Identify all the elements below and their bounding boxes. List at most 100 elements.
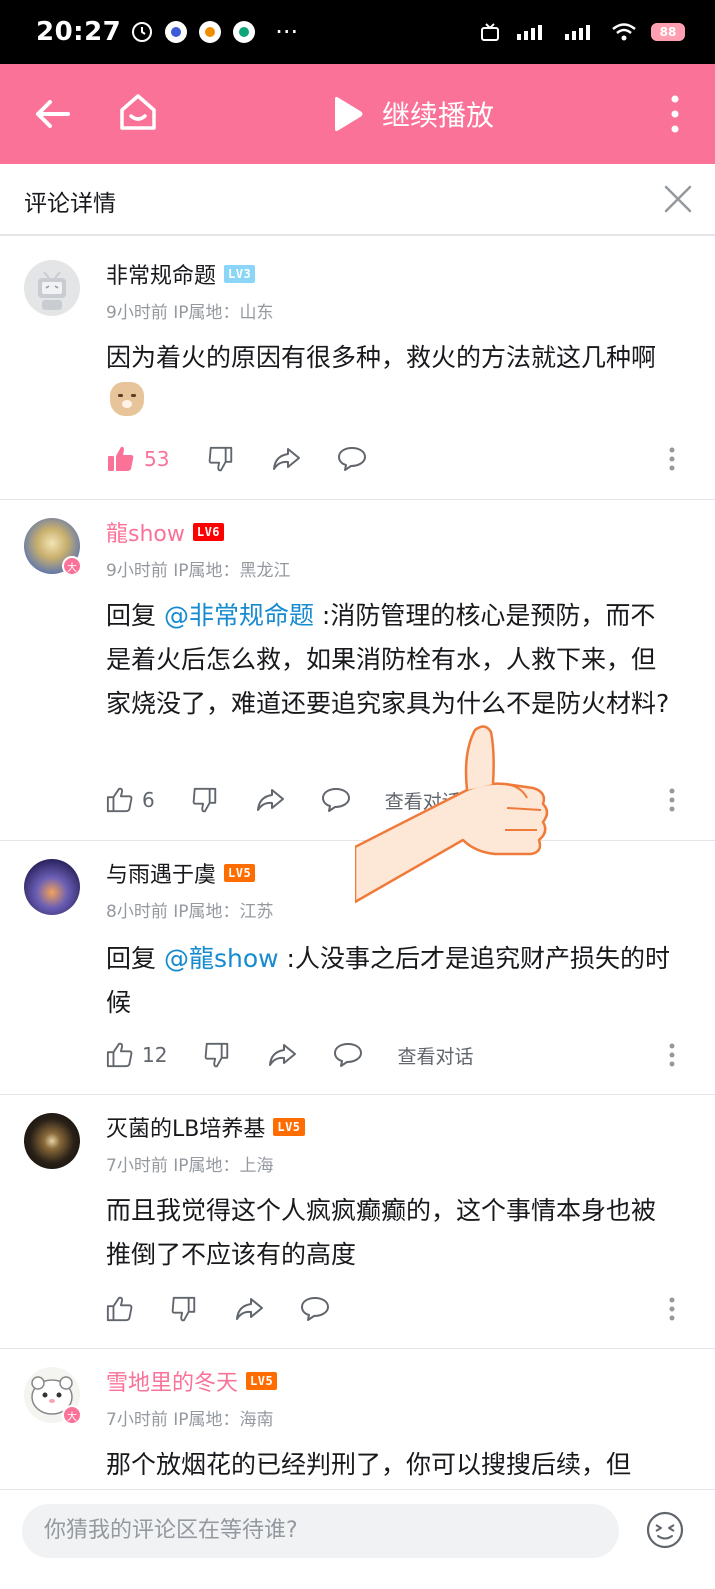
app-notification-icon bbox=[165, 21, 188, 43]
comment-item: 大 龍show LV6 9小时前 IP属地：黑龙江 回复 @非常规命题 :消防管… bbox=[0, 500, 715, 841]
verified-badge-icon: 大 bbox=[62, 556, 82, 576]
comment-more-icon[interactable] bbox=[669, 788, 675, 812]
username[interactable]: 灭菌的LB培养基 bbox=[106, 1111, 265, 1143]
comment-meta: 8小时前 IP属地：江苏 bbox=[106, 902, 274, 922]
comment-item: 非常规命题 LV3 9小时前 IP属地：山东 因为着火的原因有很多种，救火的方法… bbox=[0, 236, 715, 500]
emoji-icon[interactable] bbox=[645, 1510, 685, 1550]
signal-icon bbox=[565, 25, 590, 40]
more-options-icon[interactable] bbox=[669, 94, 681, 134]
thumbs-up-icon[interactable] bbox=[106, 1295, 134, 1323]
comment-text: 回复 @非常规命题 :消防管理的核心是预防，而不是着火后怎么救，如果消防栓有水，… bbox=[106, 594, 675, 726]
comment-actions: 53 bbox=[106, 441, 685, 477]
comment-text: 回复 @龍show :人没事之后才是追究财产损失的时候 bbox=[106, 937, 675, 1025]
username[interactable]: 雪地里的冬天 bbox=[106, 1365, 238, 1397]
comment-meta: 9小时前 IP属地：黑龙江 bbox=[106, 561, 291, 581]
level-badge: LV5 bbox=[246, 1372, 278, 1390]
comment-input-bar: 你猜我的评论区在等待谁? bbox=[0, 1489, 715, 1589]
avatar[interactable] bbox=[24, 859, 80, 915]
page-title: 评论详情 bbox=[24, 191, 116, 217]
avatar[interactable]: 大 bbox=[24, 518, 82, 576]
comment-meta: 7小时前 IP属地：上海 bbox=[106, 1156, 274, 1176]
doge-emoji-icon bbox=[110, 382, 144, 416]
comment-more-icon[interactable] bbox=[669, 1043, 675, 1067]
thumbs-up-filled-icon bbox=[108, 446, 134, 471]
username[interactable]: 非常规命题 bbox=[106, 258, 216, 290]
thumbs-down-icon[interactable] bbox=[207, 445, 235, 473]
mention-link[interactable]: @龍show bbox=[164, 944, 279, 973]
level-badge: LV3 bbox=[224, 265, 256, 283]
thumbs-up-icon bbox=[106, 787, 133, 813]
level-badge: LV5 bbox=[224, 864, 256, 882]
avatar[interactable] bbox=[24, 1113, 80, 1169]
battery-icon: 88 bbox=[651, 23, 685, 41]
comment-more-icon[interactable] bbox=[669, 447, 675, 471]
username[interactable]: 与雨遇于虞 bbox=[106, 857, 216, 889]
username-row: 雪地里的冬天 LV5 bbox=[106, 1365, 278, 1397]
status-time: 20:27 bbox=[36, 17, 122, 47]
reply-icon[interactable] bbox=[321, 786, 351, 814]
like-button[interactable]: 6 bbox=[106, 786, 155, 814]
avatar[interactable]: 大 bbox=[24, 1367, 82, 1425]
reply-icon[interactable] bbox=[300, 1295, 330, 1323]
username-row: 龍show LV6 bbox=[106, 516, 225, 548]
comment-meta: 7小时前 IP属地：海南 bbox=[106, 1410, 274, 1430]
back-arrow-icon[interactable] bbox=[30, 92, 74, 136]
comment-detail-header: 评论详情 bbox=[0, 164, 715, 236]
share-icon[interactable] bbox=[271, 445, 301, 473]
thumbs-up-icon bbox=[106, 1042, 133, 1068]
comment-item: 灭菌的LB培养基 LV5 7小时前 IP属地：上海 而且我觉得这个人疯疯癫癫的，… bbox=[0, 1095, 715, 1349]
username-row: 灭菌的LB培养基 LV5 bbox=[106, 1111, 305, 1143]
like-count: 12 bbox=[142, 1043, 168, 1067]
comment-list: 非常规命题 LV3 9小时前 IP属地：山东 因为着火的原因有很多种，救火的方法… bbox=[0, 236, 715, 1509]
like-button[interactable]: 12 bbox=[106, 1041, 167, 1069]
comment-actions: 6 查看对话 bbox=[106, 782, 685, 818]
clock-icon bbox=[132, 22, 153, 42]
app-notification-icon bbox=[233, 21, 256, 43]
thumbs-down-icon[interactable] bbox=[191, 786, 219, 814]
share-icon[interactable] bbox=[255, 786, 285, 814]
continue-play-label: 继续播放 bbox=[382, 99, 495, 132]
alarm-icon bbox=[481, 23, 499, 41]
comment-actions: 12 查看对话 bbox=[106, 1037, 685, 1073]
reply-icon[interactable] bbox=[337, 445, 367, 473]
comment-input[interactable]: 你猜我的评论区在等待谁? bbox=[22, 1504, 619, 1558]
comment-item: 大 雪地里的冬天 LV5 7小时前 IP属地：海南 那个放烟花的已经判刑了，你可… bbox=[0, 1349, 715, 1509]
notification-icons: ··· bbox=[131, 18, 298, 46]
like-button[interactable]: 53 bbox=[106, 444, 169, 474]
close-icon[interactable] bbox=[663, 184, 693, 214]
level-badge: LV5 bbox=[273, 1118, 305, 1136]
like-count: 6 bbox=[142, 788, 155, 812]
more-notifications-icon: ··· bbox=[275, 18, 299, 46]
comment-text: 那个放烟花的已经判刑了，你可以搜搜后续，但 bbox=[106, 1450, 632, 1479]
reply-prefix: 回复 bbox=[106, 601, 164, 630]
reply-icon[interactable] bbox=[333, 1041, 363, 1069]
comment-meta: 9小时前 IP属地：山东 bbox=[106, 303, 274, 323]
like-count: 53 bbox=[144, 447, 170, 471]
comment-actions bbox=[106, 1291, 685, 1327]
username[interactable]: 龍show bbox=[106, 516, 185, 548]
continue-play-button[interactable]: 继续播放 bbox=[332, 90, 494, 138]
reply-prefix: 回复 bbox=[106, 944, 164, 973]
comment-text: 而且我觉得这个人疯疯癫癫的，这个事情本身也被推倒了不应该有的高度 bbox=[106, 1196, 657, 1269]
comment-more-icon[interactable] bbox=[669, 1297, 675, 1321]
thumbs-down-icon[interactable] bbox=[170, 1295, 198, 1323]
comment-content: 因为着火的原因有很多种，救火的方法就这几种啊 bbox=[106, 343, 657, 372]
home-icon[interactable] bbox=[116, 90, 160, 134]
comment-text: 因为着火的原因有很多种，救火的方法就这几种啊 bbox=[106, 336, 675, 424]
default-avatar-icon bbox=[38, 271, 66, 310]
share-icon[interactable] bbox=[267, 1041, 297, 1069]
view-conversation-link[interactable]: 查看对话 bbox=[397, 1042, 473, 1069]
level-badge: LV6 bbox=[192, 523, 225, 541]
view-conversation-link[interactable]: 查看对话 bbox=[385, 787, 461, 814]
share-icon[interactable] bbox=[234, 1295, 264, 1323]
top-bar: 继续播放 bbox=[0, 64, 715, 164]
comment-item: 与雨遇于虞 LV5 8小时前 IP属地：江苏 回复 @龍show :人没事之后才… bbox=[0, 841, 715, 1095]
mention-link[interactable]: @非常规命题 bbox=[164, 601, 314, 630]
wifi-icon bbox=[612, 23, 636, 41]
system-icons: 88 bbox=[479, 22, 685, 42]
thumbs-down-icon[interactable] bbox=[203, 1041, 231, 1069]
signal-icon bbox=[517, 25, 542, 40]
avatar[interactable] bbox=[24, 260, 80, 316]
play-icon bbox=[335, 97, 363, 131]
verified-badge-icon: 大 bbox=[62, 1405, 82, 1425]
